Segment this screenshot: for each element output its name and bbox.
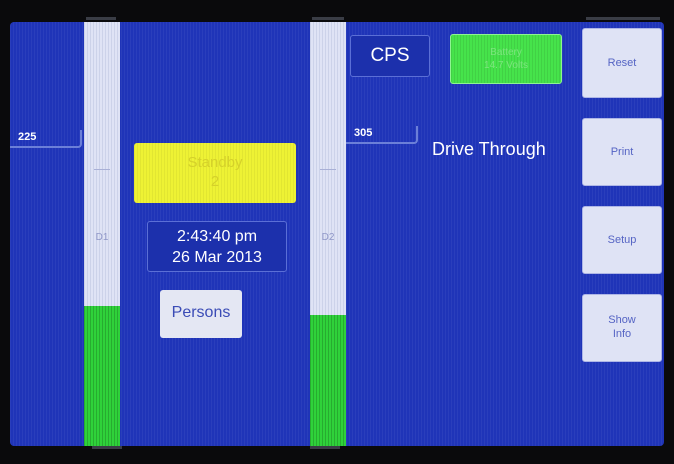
battery-indicator: Battery 14.7 Volts bbox=[450, 34, 562, 84]
cps-button[interactable]: CPS bbox=[350, 35, 430, 77]
clock-date: 26 Mar 2013 bbox=[172, 249, 262, 266]
status-count: 2 bbox=[210, 173, 220, 190]
bezel-mark bbox=[310, 446, 340, 449]
show-info-button[interactable]: Show Info bbox=[582, 294, 662, 362]
bezel-mark bbox=[586, 17, 660, 20]
persons-button[interactable]: Persons bbox=[160, 290, 242, 338]
battery-voltage: 14.7 Volts bbox=[484, 60, 528, 71]
sensor-d1-label: D1 bbox=[95, 232, 109, 243]
mode-label: Drive Through bbox=[432, 139, 546, 159]
sensor-d1-bar: D1 bbox=[84, 22, 120, 446]
battery-label: Battery bbox=[490, 47, 522, 58]
sensor-d2-bar: D2 bbox=[310, 22, 346, 446]
bezel-mark bbox=[312, 17, 344, 20]
print-button[interactable]: Print bbox=[582, 118, 662, 186]
clock-display: 2:43:40 pm 26 Mar 2013 bbox=[147, 221, 287, 272]
sensor-d1-level bbox=[84, 306, 120, 446]
status-label: Standby bbox=[187, 154, 243, 171]
setup-button[interactable]: Setup bbox=[582, 206, 662, 274]
status-indicator: Standby 2 bbox=[134, 143, 296, 203]
sensor-d2-level bbox=[310, 314, 346, 446]
sensor-d1-tick bbox=[94, 169, 110, 170]
show-info-line2: Info bbox=[612, 328, 632, 340]
show-info-line1: Show bbox=[608, 314, 636, 326]
reset-button[interactable]: Reset bbox=[582, 28, 662, 98]
sensor-d2-tick bbox=[320, 169, 336, 170]
sensor-d1-value: 225 bbox=[10, 130, 82, 148]
bezel-mark bbox=[86, 17, 116, 20]
sensor-d2-label: D2 bbox=[321, 232, 335, 243]
sensor-d2-value: 305 bbox=[346, 126, 418, 144]
bezel-mark bbox=[92, 446, 122, 449]
clock-time: 2:43:40 pm bbox=[176, 228, 258, 245]
kiosk-screen: 225 D1 Standby 2 2:43:40 pm 26 Mar 2013 … bbox=[10, 22, 664, 446]
